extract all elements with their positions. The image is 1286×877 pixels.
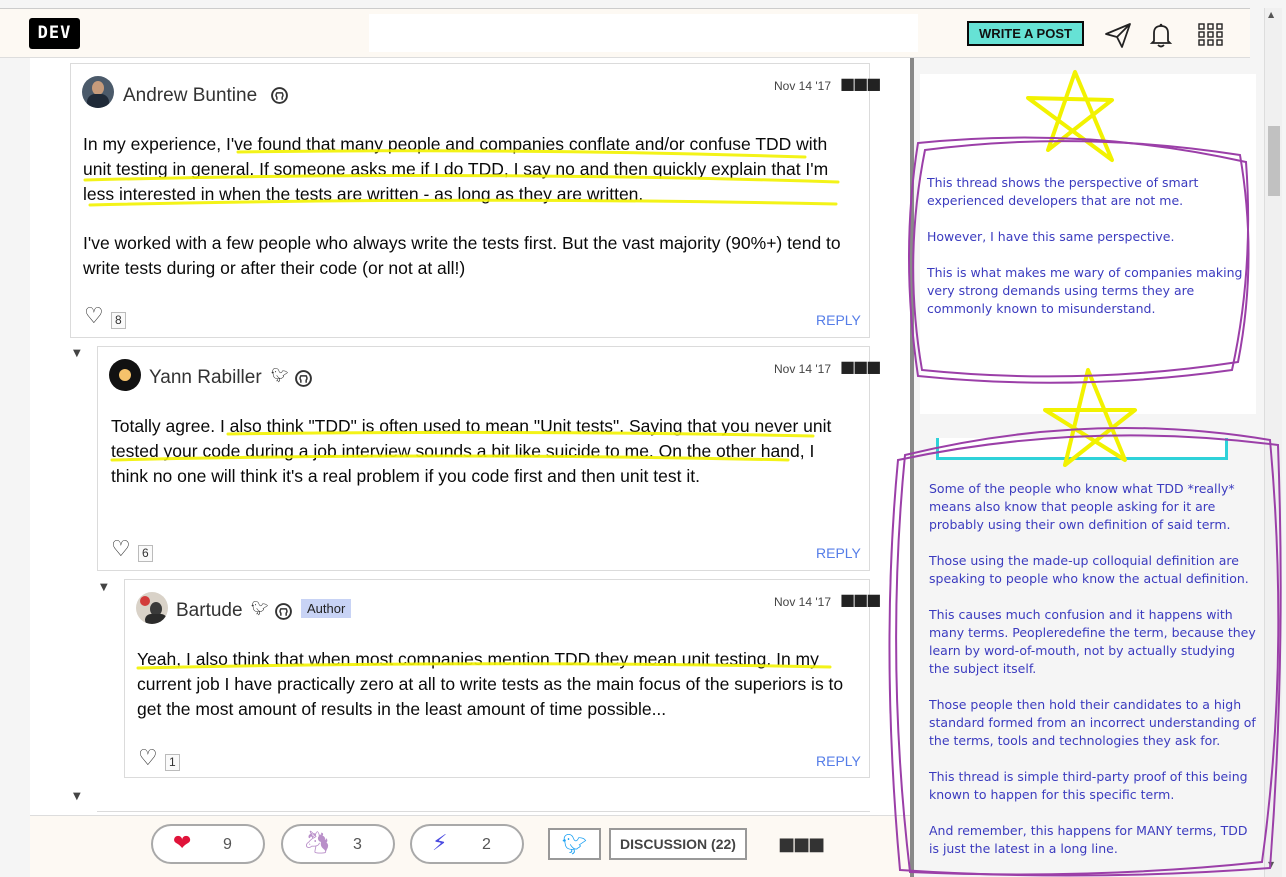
comment-card: Bartude 🐦︎ Author Nov 14 '17 ■■■ Yeah, I… <box>124 579 881 778</box>
article-actions-bar: ❤ 9 🦄︎ 3 ⚡ 2 🐦︎ DISCUSSION (22) ■■■ <box>30 815 910 877</box>
reply-link[interactable]: REPLY <box>816 545 861 561</box>
scroll-up-arrow-icon[interactable]: ▲ <box>1268 10 1274 19</box>
comment-paragraph: Totally agree. I also think "TDD" is oft… <box>111 416 832 486</box>
twitter-icon: 🐦︎ <box>561 832 588 856</box>
heart-reaction-button[interactable]: ❤ 9 <box>151 824 265 864</box>
github-icon[interactable] <box>271 87 288 104</box>
github-icon[interactable] <box>275 603 292 620</box>
note-paragraph: Those using the made-up colloquial defin… <box>929 553 1249 586</box>
sidebar-pane: This thread shows the perspective of sma… <box>914 58 1264 877</box>
app-window: DEV WRITE A POST Andrew Buntine Nov 14 '… <box>0 0 1286 877</box>
github-icon[interactable] <box>295 370 312 387</box>
note-paragraph: This causes much confusion and it happen… <box>929 607 1256 676</box>
avatar[interactable] <box>82 76 114 108</box>
comment-author[interactable]: Andrew Buntine <box>123 85 257 107</box>
note-paragraph: And remember, this happens for MANY term… <box>929 823 1248 856</box>
comment-card: Yann Rabiller 🐦︎ Nov 14 '17 ■■■ Totally … <box>97 346 881 571</box>
collapse-thread-toggle[interactable]: ▼ <box>100 582 108 593</box>
like-count: 8 <box>111 312 126 329</box>
author-badge: Author <box>301 599 352 618</box>
dev-logo[interactable]: DEV <box>29 18 80 49</box>
search-input[interactable] <box>369 14 918 52</box>
annotation-note-first: This thread shows the perspective of sma… <box>927 174 1247 336</box>
annotation-note-second: Some of the people who know what TDD *re… <box>929 480 1259 876</box>
reaction-count: 2 <box>482 836 491 853</box>
like-heart-icon[interactable]: ♡ <box>111 539 131 561</box>
like-count: 6 <box>138 545 153 562</box>
like-count: 1 <box>165 754 180 771</box>
more-options-button[interactable]: ■■■ <box>778 834 825 855</box>
unicorn-reaction-button[interactable]: 🦄︎ 3 <box>281 824 395 864</box>
like-heart-icon[interactable]: ♡ <box>84 306 104 328</box>
scroll-down-arrow-icon[interactable]: ▼ <box>1268 860 1274 869</box>
sidebar-widget-edge <box>936 438 1228 460</box>
note-paragraph: Some of the people who know what TDD *re… <box>929 481 1235 532</box>
write-post-button[interactable]: WRITE A POST <box>967 21 1084 46</box>
comment-author[interactable]: Bartude <box>176 600 243 622</box>
like-heart-icon[interactable]: ♡ <box>138 748 158 770</box>
top-navbar: DEV WRITE A POST <box>0 8 1250 58</box>
note-paragraph: Those people then hold their candidates … <box>929 697 1256 748</box>
note-paragraph: This thread shows the perspective of sma… <box>927 175 1199 208</box>
comment-options-menu[interactable]: ■■■ <box>840 590 881 609</box>
comment-options-menu[interactable]: ■■■ <box>840 74 881 93</box>
heart-icon: ❤ <box>173 831 192 856</box>
comment-paragraph: I've worked with a few people who always… <box>83 233 841 278</box>
comment-card: Andrew Buntine Nov 14 '17 ■■■ In my expe… <box>70 63 881 338</box>
note-paragraph: This is what makes me wary of companies … <box>927 265 1243 316</box>
collapse-thread-toggle[interactable]: ▼ <box>73 791 81 802</box>
avatar[interactable] <box>109 359 141 391</box>
comments-pane: Andrew Buntine Nov 14 '17 ■■■ In my expe… <box>30 58 910 815</box>
twitter-icon[interactable]: 🐦︎ <box>251 601 269 617</box>
discussion-button[interactable]: DISCUSSION (22) <box>609 828 747 860</box>
bell-icon[interactable] <box>1146 20 1176 50</box>
twitter-icon[interactable]: 🐦︎ <box>271 368 289 384</box>
paper-plane-icon[interactable] <box>1103 20 1133 50</box>
collapse-thread-toggle[interactable]: ▼ <box>73 348 81 359</box>
reply-link[interactable]: REPLY <box>816 312 861 328</box>
unicorn-icon: 🦄︎ <box>303 831 331 856</box>
share-twitter-button[interactable]: 🐦︎ <box>548 828 601 860</box>
comment-date: Nov 14 '17 <box>774 595 831 609</box>
comment-date: Nov 14 '17 <box>774 79 831 93</box>
grid-menu-icon[interactable] <box>1196 20 1226 50</box>
comment-date: Nov 14 '17 <box>774 362 831 376</box>
note-paragraph: However, I have this same perspective. <box>927 229 1175 244</box>
reaction-count: 3 <box>353 836 362 853</box>
bookmark-icon: ⚡ <box>432 831 448 856</box>
comment-options-menu[interactable]: ■■■ <box>840 357 881 376</box>
comment-paragraph: In my experience, I've found that many p… <box>83 134 829 204</box>
note-paragraph: This thread is simple third-party proof … <box>929 769 1248 802</box>
bookmark-reaction-button[interactable]: ⚡ 2 <box>410 824 524 864</box>
comment-paragraph: Yeah, I also think that when most compan… <box>137 649 844 719</box>
reaction-count: 9 <box>223 836 232 853</box>
avatar[interactable] <box>136 592 168 624</box>
window-scrollbar[interactable]: ▲ ▼ <box>1264 8 1282 877</box>
scrollbar-thumb[interactable] <box>1268 126 1280 196</box>
comment-author[interactable]: Yann Rabiller <box>149 367 262 389</box>
reply-link[interactable]: REPLY <box>816 753 861 769</box>
